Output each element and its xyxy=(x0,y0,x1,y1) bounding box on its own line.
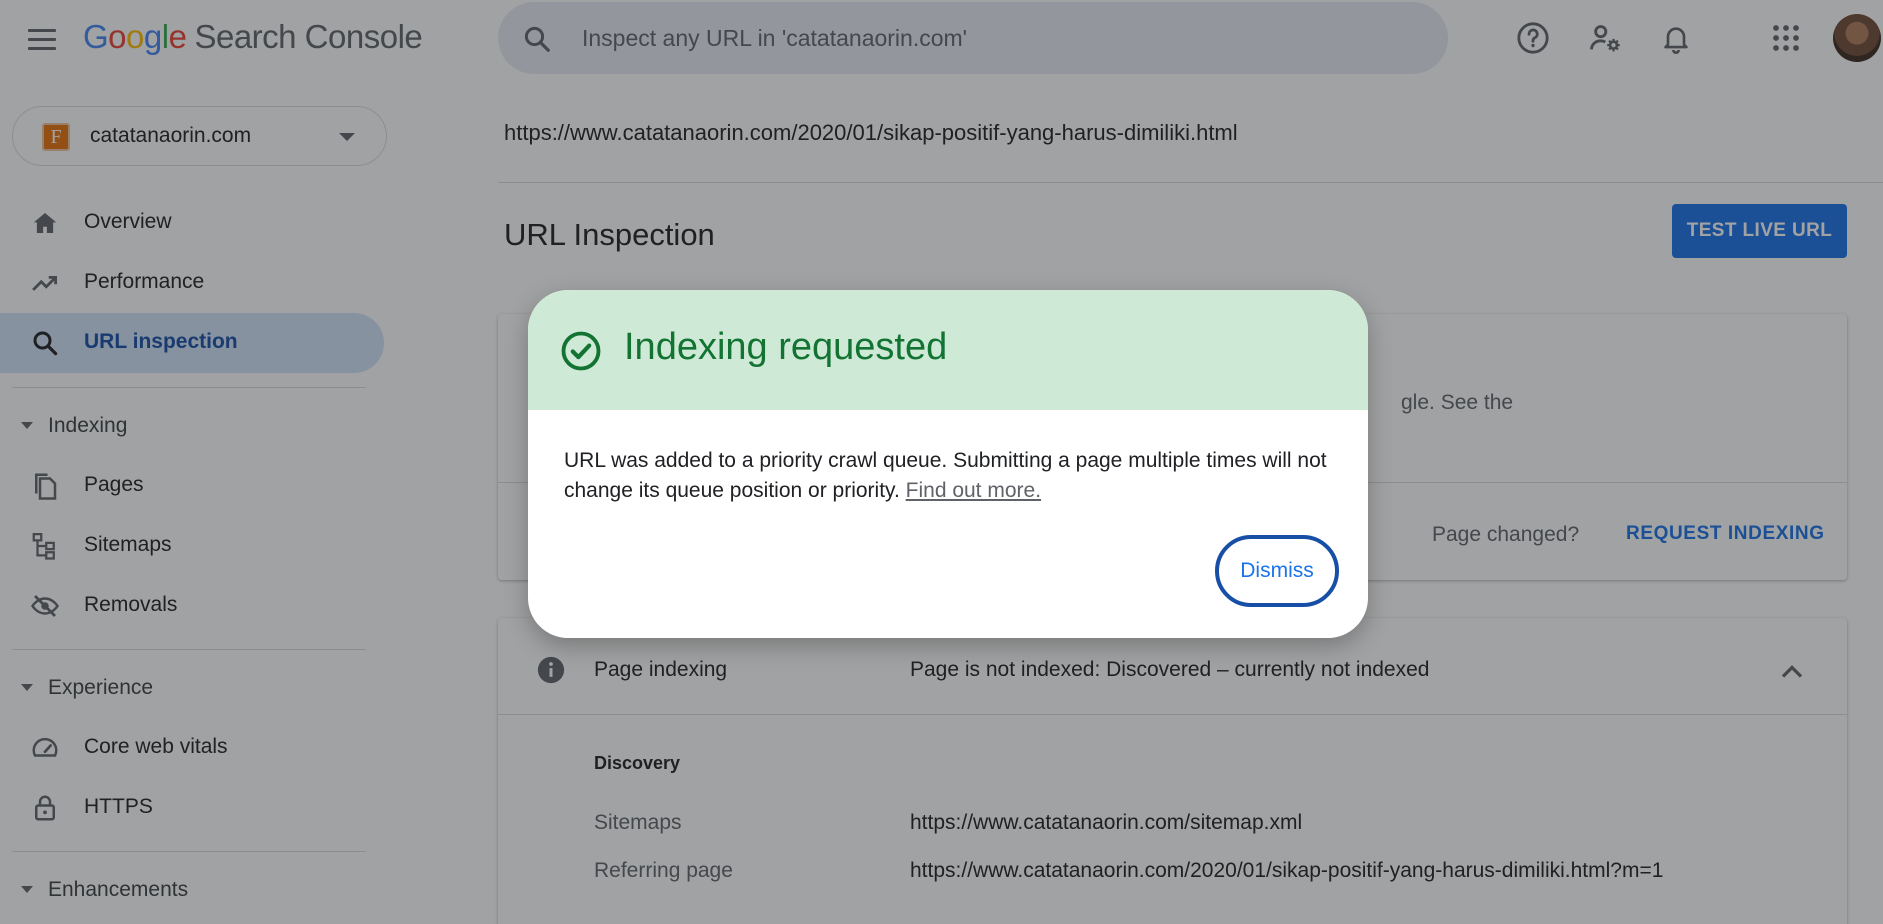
dialog-title: Indexing requested xyxy=(624,326,948,368)
check-circle-icon xyxy=(561,331,601,371)
indexing-requested-dialog: Indexing requested URL was added to a pr… xyxy=(528,290,1368,638)
dialog-header: Indexing requested xyxy=(528,290,1368,410)
find-out-more-link[interactable]: Find out more. xyxy=(906,479,1041,502)
dialog-message: URL was added to a priority crawl queue.… xyxy=(564,446,1344,506)
dismiss-button[interactable]: Dismiss xyxy=(1215,535,1339,607)
